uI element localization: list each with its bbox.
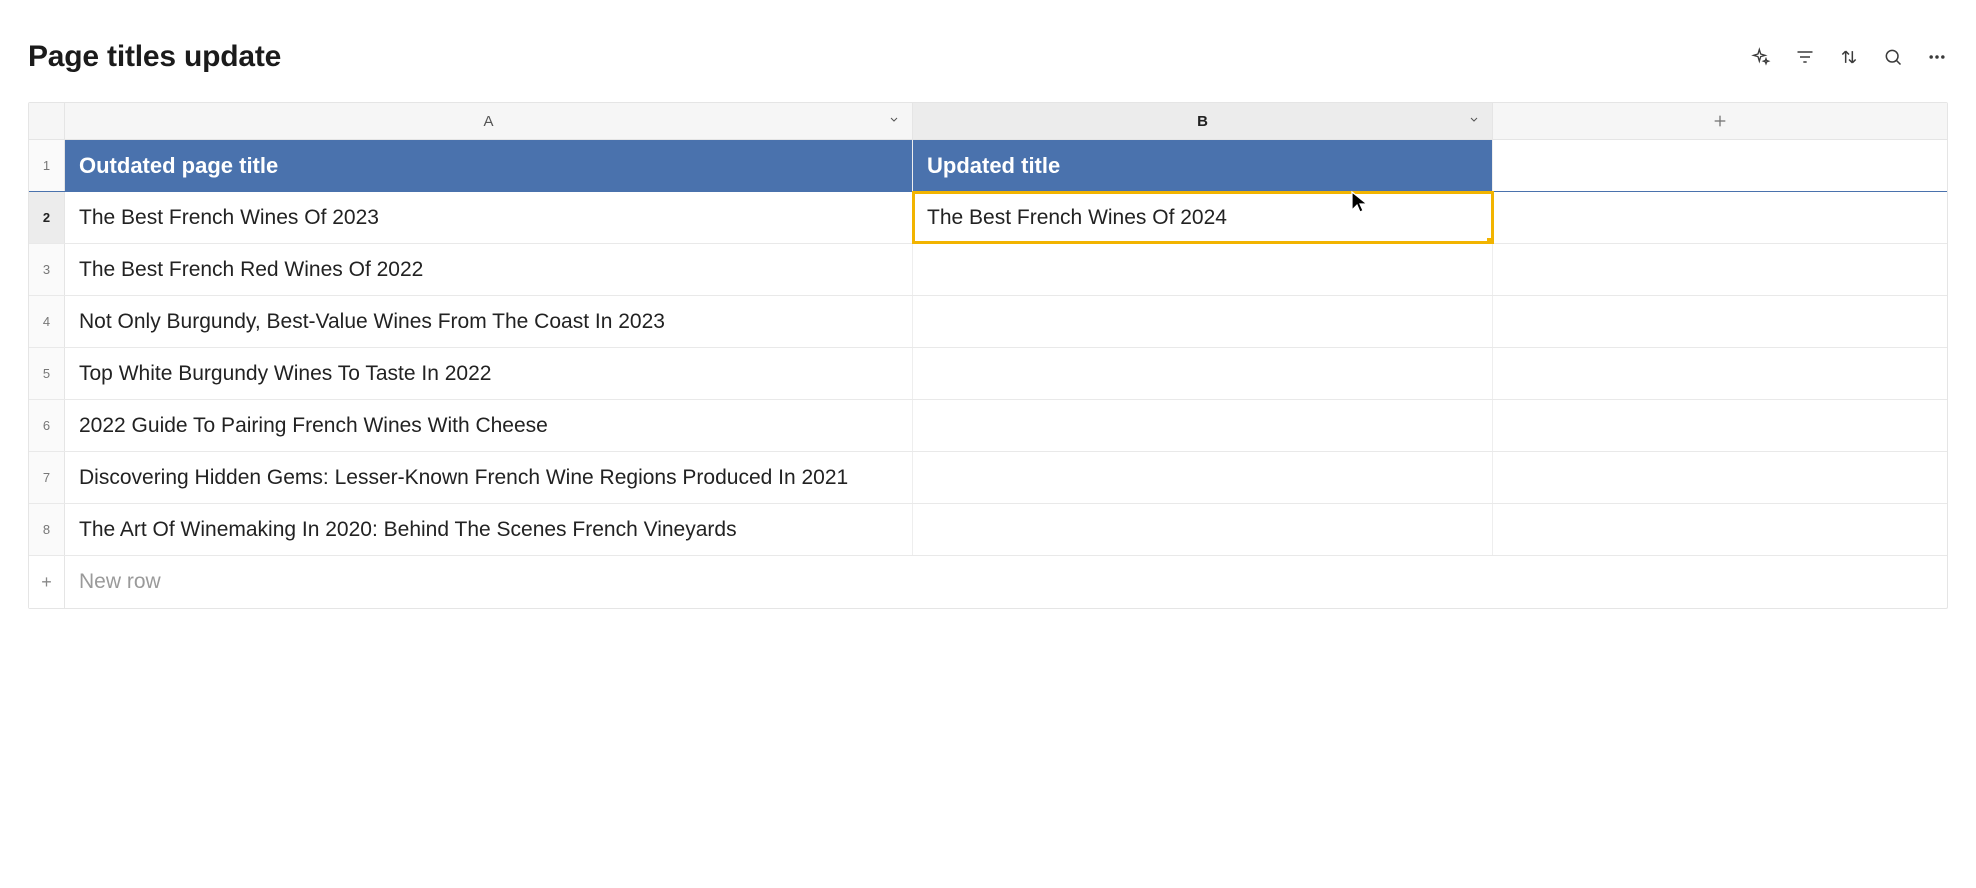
column-label: B — [1197, 113, 1208, 130]
row-number[interactable]: 6 — [29, 400, 65, 451]
cell[interactable]: Discovering Hidden Gems: Lesser-Known Fr… — [65, 452, 913, 503]
cell[interactable]: The Best French Red Wines Of 2022 — [65, 244, 913, 295]
table-row: 4 Not Only Burgundy, Best-Value Wines Fr… — [29, 296, 1947, 348]
cell[interactable] — [913, 400, 1493, 451]
cell[interactable] — [913, 452, 1493, 503]
cell[interactable]: The Art Of Winemaking In 2020: Behind Th… — [65, 504, 913, 555]
row-number[interactable]: 3 — [29, 244, 65, 295]
cell[interactable] — [1493, 140, 1947, 191]
row-number[interactable]: 8 — [29, 504, 65, 555]
table-row: 3 The Best French Red Wines Of 2022 — [29, 244, 1947, 296]
column-label: A — [483, 113, 493, 130]
cell[interactable]: The Best French Wines Of 2023 — [65, 192, 913, 243]
new-row-label: New row — [65, 556, 913, 608]
cell[interactable]: 2022 Guide To Pairing French Wines With … — [65, 400, 913, 451]
select-all-corner[interactable] — [29, 103, 65, 139]
row-number[interactable]: 4 — [29, 296, 65, 347]
cell[interactable] — [913, 296, 1493, 347]
cell[interactable] — [913, 244, 1493, 295]
sort-icon[interactable] — [1838, 46, 1860, 68]
filter-icon[interactable] — [1794, 46, 1816, 68]
cell[interactable] — [1493, 244, 1947, 295]
cell[interactable] — [1493, 296, 1947, 347]
cell[interactable] — [1493, 192, 1947, 243]
more-icon[interactable] — [1926, 46, 1948, 68]
row-number[interactable]: 5 — [29, 348, 65, 399]
cell[interactable] — [1493, 504, 1947, 555]
cell[interactable] — [1493, 348, 1947, 399]
page-title: Page titles update — [28, 40, 281, 74]
table-row: 7 Discovering Hidden Gems: Lesser-Known … — [29, 452, 1947, 504]
table-row: 1 Outdated page title Updated title — [29, 140, 1947, 192]
cell[interactable] — [913, 348, 1493, 399]
table-row: 6 2022 Guide To Pairing French Wines Wit… — [29, 400, 1947, 452]
add-column-button[interactable] — [1493, 103, 1947, 139]
column-header-b[interactable]: B — [913, 103, 1493, 139]
search-icon[interactable] — [1882, 46, 1904, 68]
chevron-down-icon[interactable] — [1468, 113, 1480, 130]
row-number[interactable]: 2 — [29, 192, 65, 243]
ai-sparkle-icon[interactable] — [1750, 46, 1772, 68]
cell[interactable]: Not Only Burgundy, Best-Value Wines From… — [65, 296, 913, 347]
cell[interactable] — [1493, 452, 1947, 503]
row-number[interactable]: 7 — [29, 452, 65, 503]
column-header-row: A B — [29, 103, 1947, 140]
cell[interactable]: Outdated page title — [65, 140, 913, 191]
row-number[interactable]: 1 — [29, 140, 65, 191]
cell[interactable] — [1493, 400, 1947, 451]
column-header-a[interactable]: A — [65, 103, 913, 139]
cell[interactable] — [913, 504, 1493, 555]
table-row: 5 Top White Burgundy Wines To Taste In 2… — [29, 348, 1947, 400]
plus-icon: + — [29, 556, 65, 608]
spreadsheet: A B 1 Outdated page title Updated title — [28, 102, 1948, 609]
table-row: 2 The Best French Wines Of 2023 The Best… — [29, 192, 1947, 244]
table-row: 8 The Art Of Winemaking In 2020: Behind … — [29, 504, 1947, 556]
chevron-down-icon[interactable] — [888, 113, 900, 130]
toolbar — [1750, 46, 1948, 68]
cell[interactable]: The Best French Wines Of 2024 — [913, 192, 1493, 243]
cell[interactable]: Top White Burgundy Wines To Taste In 202… — [65, 348, 913, 399]
new-row-button[interactable]: + New row — [29, 556, 1947, 608]
cell[interactable]: Updated title — [913, 140, 1493, 191]
